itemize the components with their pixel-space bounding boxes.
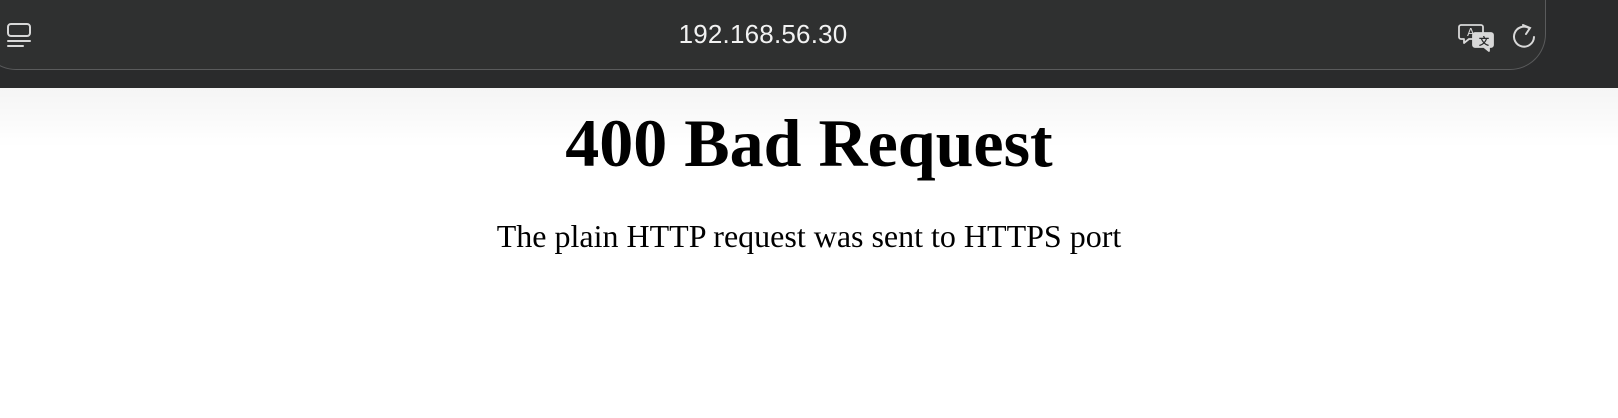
address-bar[interactable]: 192.168.56.30: [0, 0, 1546, 70]
translate-icon[interactable]: A 文: [1458, 22, 1496, 52]
browser-toolbar: 192.168.56.30 A 文: [0, 0, 1618, 88]
svg-text:文: 文: [1479, 35, 1490, 48]
url-text[interactable]: 192.168.56.30: [0, 19, 1545, 50]
error-heading: 400 Bad Request: [565, 105, 1053, 181]
error-message: The plain HTTP request was sent to HTTPS…: [496, 218, 1122, 254]
sidebar-icon[interactable]: [6, 22, 32, 50]
reload-icon[interactable]: [1509, 22, 1537, 52]
